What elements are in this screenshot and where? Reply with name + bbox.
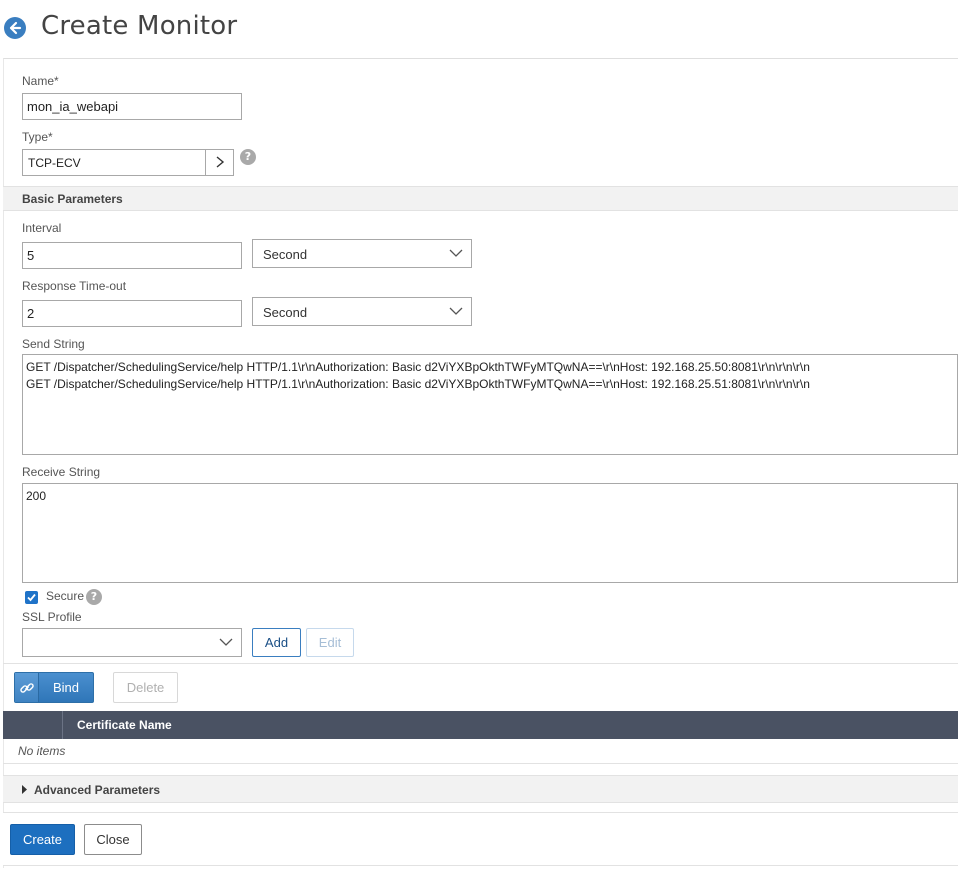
bind-icon-cell bbox=[15, 673, 39, 702]
page-title: Create Monitor bbox=[41, 11, 238, 41]
send-string-line: GET /Dispatcher/SchedulingService/help H… bbox=[26, 360, 810, 374]
name-input[interactable]: mon_ia_webapi bbox=[22, 93, 242, 120]
link-icon bbox=[20, 683, 34, 693]
close-button[interactable]: Close bbox=[84, 824, 142, 855]
create-button[interactable]: Create bbox=[10, 824, 75, 855]
response-timeout-unit-value: Second bbox=[263, 305, 308, 320]
ssl-profile-select[interactable] bbox=[22, 628, 242, 657]
divider bbox=[3, 663, 958, 664]
basic-parameters-title: Basic Parameters bbox=[22, 192, 123, 206]
page-header: Create Monitor bbox=[0, 0, 958, 58]
advanced-parameters-header[interactable]: Advanced Parameters bbox=[3, 775, 958, 803]
interval-unit-value: Second bbox=[263, 247, 308, 262]
secure-help-icon[interactable]: ? bbox=[86, 589, 102, 605]
secure-checkbox[interactable] bbox=[25, 591, 38, 604]
type-label: Type* bbox=[22, 130, 53, 144]
receive-string-value: 200 bbox=[26, 489, 47, 503]
ssl-profile-add-button[interactable]: Add bbox=[252, 628, 301, 657]
certificate-table-header: Certificate Name bbox=[3, 711, 958, 739]
type-field[interactable]: TCP-ECV bbox=[22, 149, 234, 176]
back-arrow-icon[interactable] bbox=[4, 17, 26, 39]
basic-parameters-header: Basic Parameters bbox=[3, 186, 958, 211]
certificate-name-column-header[interactable]: Certificate Name bbox=[77, 718, 172, 732]
secure-label: Secure bbox=[46, 589, 85, 603]
caret-right-icon bbox=[22, 785, 27, 794]
interval-label: Interval bbox=[22, 221, 62, 235]
receive-string-label: Receive String bbox=[22, 465, 101, 479]
type-select-button[interactable] bbox=[205, 149, 235, 176]
response-timeout-unit-select[interactable]: Second bbox=[252, 297, 472, 326]
bind-label: Bind bbox=[52, 680, 80, 695]
select-column-header[interactable] bbox=[3, 711, 63, 739]
send-string-label: Send String bbox=[22, 337, 85, 351]
receive-string-textarea[interactable]: 200 bbox=[22, 483, 958, 583]
table-empty-row: No items bbox=[3, 739, 958, 764]
delete-button[interactable]: Delete bbox=[113, 672, 178, 703]
form-footer bbox=[3, 812, 958, 866]
send-string-textarea[interactable]: GET /Dispatcher/SchedulingService/help H… bbox=[22, 354, 958, 455]
ssl-profile-label: SSL Profile bbox=[22, 610, 82, 624]
advanced-parameters-title: Advanced Parameters bbox=[34, 783, 161, 797]
chevron-down-icon bbox=[219, 638, 233, 646]
chevron-down-icon bbox=[449, 249, 463, 257]
response-timeout-input[interactable]: 2 bbox=[22, 300, 242, 327]
chevron-down-icon bbox=[449, 307, 463, 315]
type-help-icon[interactable]: ? bbox=[240, 149, 256, 165]
bind-button[interactable]: Bind bbox=[14, 672, 94, 703]
type-value: TCP-ECV bbox=[28, 156, 81, 170]
interval-unit-select[interactable]: Second bbox=[252, 239, 472, 268]
ssl-profile-edit-button[interactable]: Edit bbox=[306, 628, 354, 657]
no-items-text: No items bbox=[18, 744, 66, 758]
send-string-line: GET /Dispatcher/SchedulingService/help H… bbox=[26, 377, 810, 391]
interval-input[interactable]: 5 bbox=[22, 242, 242, 269]
response-timeout-label: Response Time-out bbox=[22, 279, 127, 293]
name-label: Name* bbox=[22, 74, 59, 88]
